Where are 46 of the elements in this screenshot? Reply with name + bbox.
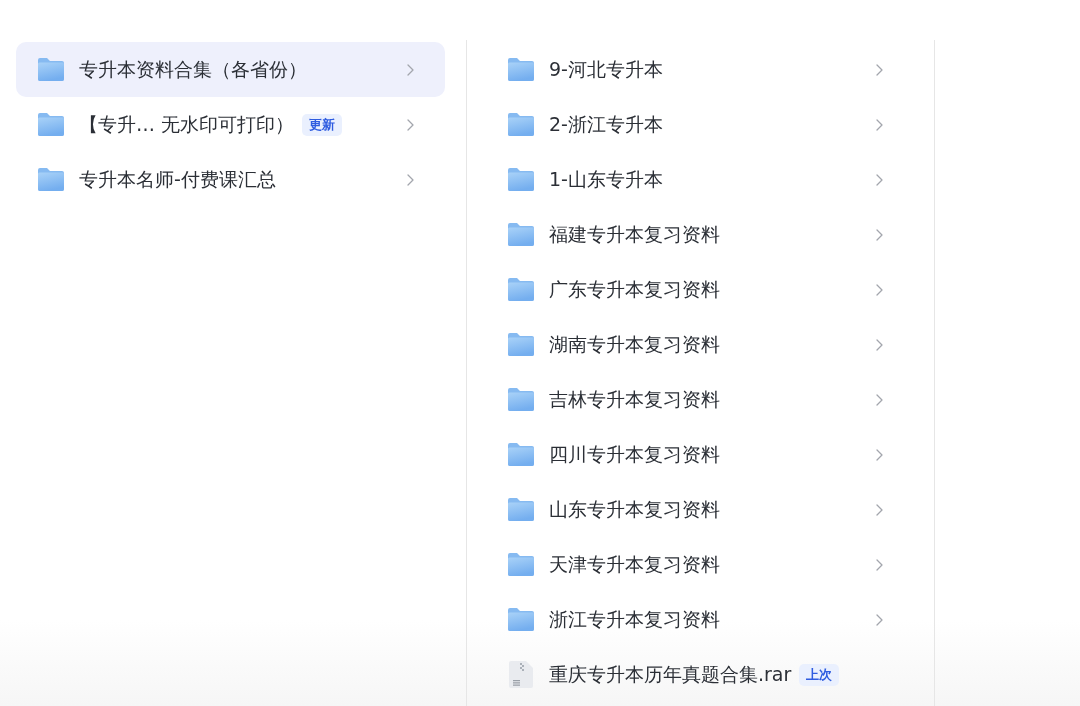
folder-icon: [508, 553, 534, 576]
folder-icon: [38, 58, 64, 81]
folder-row[interactable]: 专升本名师-付费课汇总: [16, 152, 445, 207]
chevron-right-icon: [876, 283, 883, 296]
folder-row[interactable]: 山东专升本复习资料: [486, 482, 914, 537]
chevron-right-icon: [407, 173, 414, 186]
tag: 更新: [302, 113, 343, 136]
file-row[interactable]: 重庆专升本历年真题合集.rar 上次: [486, 647, 914, 702]
folder-row[interactable]: 专升本资料合集（各省份）: [16, 42, 445, 97]
folder-row[interactable]: 四川专升本复习资料: [486, 427, 914, 482]
folder-row[interactable]: 湖南专升本复习资料: [486, 317, 914, 372]
chevron-right-icon: [876, 118, 883, 131]
folder-row[interactable]: 【专升… 无水印可打印） 更新: [16, 97, 445, 152]
chevron-right-icon: [876, 503, 883, 516]
folder-icon: [508, 58, 534, 81]
folder-icon: [508, 223, 534, 246]
folder-icon: [508, 113, 534, 136]
folder-row[interactable]: 福建专升本复习资料: [486, 207, 914, 262]
chevron-right-icon: [876, 228, 883, 241]
chevron-right-icon: [876, 558, 883, 571]
folder-row[interactable]: 广东专升本复习资料: [486, 262, 914, 317]
folder-row[interactable]: 2-浙江专升本: [486, 97, 914, 152]
folder-row[interactable]: 1-山东专升本: [486, 152, 914, 207]
chevron-right-icon: [407, 63, 414, 76]
folder-row[interactable]: 天津专升本复习资料: [486, 537, 914, 592]
tag: 上次: [799, 663, 840, 686]
chevron-right-icon: [876, 173, 883, 186]
folder-icon: [508, 278, 534, 301]
archive-file-icon: [509, 661, 533, 688]
folder-icon: [508, 608, 534, 631]
chevron-right-icon: [876, 448, 883, 461]
folder-row[interactable]: 吉林专升本复习资料: [486, 372, 914, 427]
folder-row[interactable]: 9-河北专升本: [486, 42, 914, 97]
folder-icon: [508, 443, 534, 466]
folder-row[interactable]: 浙江专升本复习资料: [486, 592, 914, 647]
folder-icon: [38, 168, 64, 191]
folder-icon: [508, 333, 534, 356]
folder-icon: [508, 168, 534, 191]
chevron-right-icon: [876, 393, 883, 406]
chevron-right-icon: [876, 613, 883, 626]
chevron-right-icon: [407, 118, 414, 131]
folder-icon: [38, 113, 64, 136]
folder-icon: [508, 498, 534, 521]
folder-icon: [508, 388, 534, 411]
chevron-right-icon: [876, 338, 883, 351]
chevron-right-icon: [876, 63, 883, 76]
